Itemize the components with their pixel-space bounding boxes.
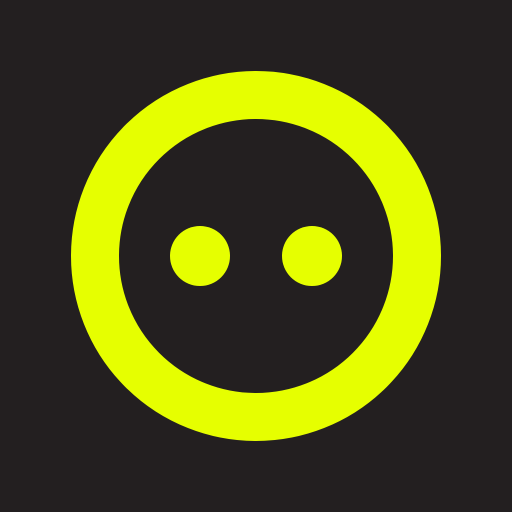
app-icon — [0, 0, 512, 512]
eyes-circle-logo-icon — [0, 0, 512, 512]
right-eye-dot — [282, 226, 342, 286]
left-eye-dot — [170, 226, 230, 286]
